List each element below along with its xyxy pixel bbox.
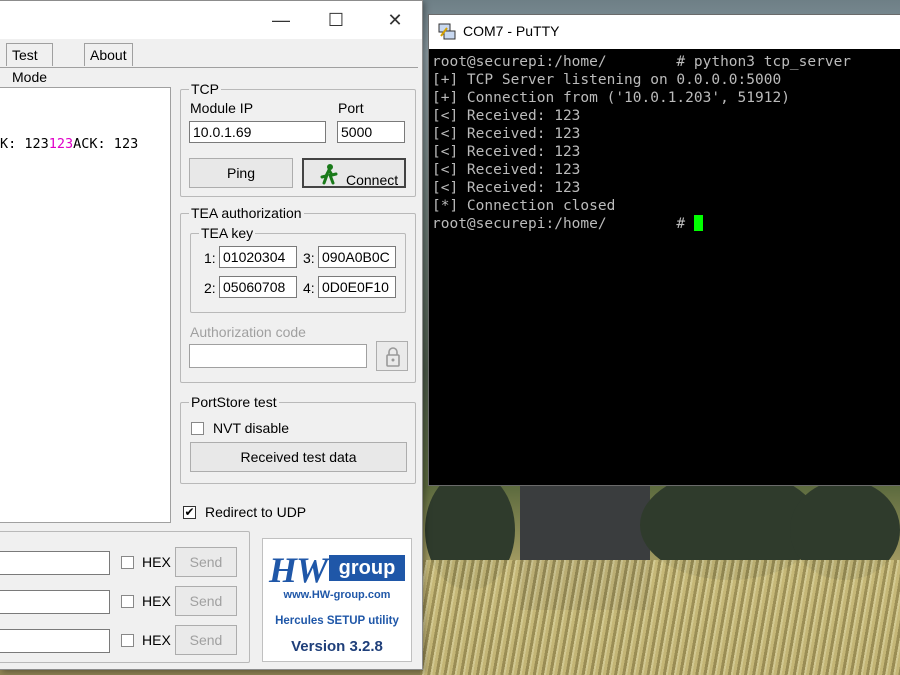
logo-group-text: group bbox=[329, 555, 405, 581]
authorization-code-field[interactable] bbox=[189, 344, 367, 368]
putty-window: COM7 - PuTTY root@securepi:/home/ # pyth… bbox=[428, 14, 900, 486]
hex-checkbox-2[interactable] bbox=[121, 595, 134, 608]
putty-terminal[interactable]: root@securepi:/home/ # python3 tcp_serve… bbox=[432, 53, 851, 233]
putty-icon bbox=[437, 22, 457, 45]
tab-about[interactable]: About bbox=[84, 43, 133, 66]
tea-key-4-label: 4: bbox=[303, 280, 315, 296]
tea-legend: TEA authorization bbox=[191, 205, 302, 221]
lock-button[interactable] bbox=[376, 341, 408, 371]
redirect-udp-label: Redirect to UDP bbox=[205, 504, 307, 520]
terminal-line: [+] TCP Server listening on 0.0.0.0:5000 bbox=[432, 72, 782, 88]
tea-key-legend: TEA key bbox=[201, 225, 254, 241]
logo-utility-name: Hercules SETUP utility bbox=[275, 615, 399, 627]
send-input-2[interactable] bbox=[0, 590, 110, 614]
terminal-cursor bbox=[693, 215, 703, 231]
received-test-data-button[interactable]: Received test data bbox=[190, 442, 407, 472]
hex-label-3: HEX bbox=[142, 632, 171, 648]
terminal-line: [+] Connection from ('10.0.1.203', 51912… bbox=[432, 90, 790, 106]
putty-titlebar: COM7 - PuTTY bbox=[429, 15, 900, 49]
lock-icon bbox=[384, 346, 402, 371]
received-line: K: 123123ACK: 123 bbox=[0, 136, 138, 152]
tea-key-2-label: 2: bbox=[204, 280, 216, 296]
tea-key-3-field[interactable]: 090A0B0C bbox=[318, 246, 396, 268]
tea-key-3-label: 3: bbox=[303, 250, 315, 266]
tea-key-1-label: 1: bbox=[204, 250, 216, 266]
module-ip-field[interactable]: 10.0.1.69 bbox=[189, 121, 326, 143]
tea-key-group: TEA key bbox=[190, 225, 406, 313]
hw-group-logo: HW group www.HW-group.com Hercules SETUP… bbox=[262, 538, 412, 662]
putty-title: COM7 - PuTTY bbox=[463, 23, 560, 39]
terminal-prompt-line: root@securepi:/home/ # bbox=[432, 215, 851, 233]
tab-test-mode[interactable]: Test Mode bbox=[6, 43, 54, 85]
send-button-1[interactable]: Send bbox=[175, 547, 237, 577]
ping-button[interactable]: Ping bbox=[189, 158, 293, 188]
connect-button[interactable]: Connect bbox=[302, 158, 406, 188]
terminal-line: [<] Received: 123 bbox=[432, 144, 581, 160]
send-input-3[interactable] bbox=[0, 629, 110, 653]
logo-url: www.HW-group.com bbox=[283, 589, 391, 601]
background-grass bbox=[420, 560, 900, 675]
terminal-line: root@securepi:/home/ # python3 tcp_serve… bbox=[432, 54, 852, 70]
send-button-3[interactable]: Send bbox=[175, 625, 237, 655]
hex-label-1: HEX bbox=[142, 554, 171, 570]
authorization-code-label: Authorization code bbox=[190, 324, 306, 340]
hercules-titlebar: — ☐ ✕ bbox=[0, 1, 422, 39]
connect-label: Connect bbox=[346, 172, 399, 188]
received-highlight: 123 bbox=[48, 136, 74, 152]
hex-checkbox-1[interactable] bbox=[121, 556, 134, 569]
logo-hw-text: HW bbox=[269, 550, 328, 590]
redirect-udp-checkbox[interactable]: ✔ bbox=[183, 506, 196, 519]
tea-key-2-field[interactable]: 05060708 bbox=[219, 276, 297, 298]
module-ip-label: Module IP bbox=[190, 100, 254, 116]
hercules-window: — ☐ ✕ Test Mode About K: 123123ACK: 123 … bbox=[0, 0, 423, 670]
terminal-prompt: root@securepi:/home/ # bbox=[432, 216, 694, 232]
hex-label-2: HEX bbox=[142, 593, 171, 609]
close-icon[interactable]: ✕ bbox=[372, 7, 418, 33]
tcp-legend: TCP bbox=[191, 81, 219, 97]
send-input-1[interactable] bbox=[0, 551, 110, 575]
terminal-line: [<] Received: 123 bbox=[432, 126, 581, 142]
tea-key-4-field[interactable]: 0D0E0F10 bbox=[318, 276, 396, 298]
minimize-icon[interactable]: — bbox=[258, 7, 304, 33]
tab-divider bbox=[0, 67, 418, 68]
portstore-legend: PortStore test bbox=[191, 394, 277, 410]
hex-checkbox-3[interactable] bbox=[121, 634, 134, 647]
send-button-2[interactable]: Send bbox=[175, 586, 237, 616]
terminal-line: [<] Received: 123 bbox=[432, 162, 581, 178]
port-field[interactable]: 5000 bbox=[337, 121, 405, 143]
maximize-icon[interactable]: ☐ bbox=[313, 7, 359, 33]
received-tail: ACK: 123 bbox=[73, 136, 139, 152]
nvt-disable-checkbox[interactable] bbox=[191, 422, 204, 435]
received-text: K: 123 bbox=[0, 136, 49, 152]
tea-key-1-field[interactable]: 01020304 bbox=[219, 246, 297, 268]
port-label: Port bbox=[338, 100, 364, 116]
nvt-disable-label: NVT disable bbox=[213, 420, 290, 436]
received-data-area[interactable]: K: 123123ACK: 123 bbox=[0, 87, 171, 523]
terminal-line: [*] Connection closed bbox=[432, 198, 616, 214]
terminal-line: [<] Received: 123 bbox=[432, 108, 581, 124]
logo-version: Version 3.2.8 bbox=[291, 638, 383, 655]
terminal-line: [<] Received: 123 bbox=[432, 180, 581, 196]
connect-icon bbox=[318, 163, 340, 194]
